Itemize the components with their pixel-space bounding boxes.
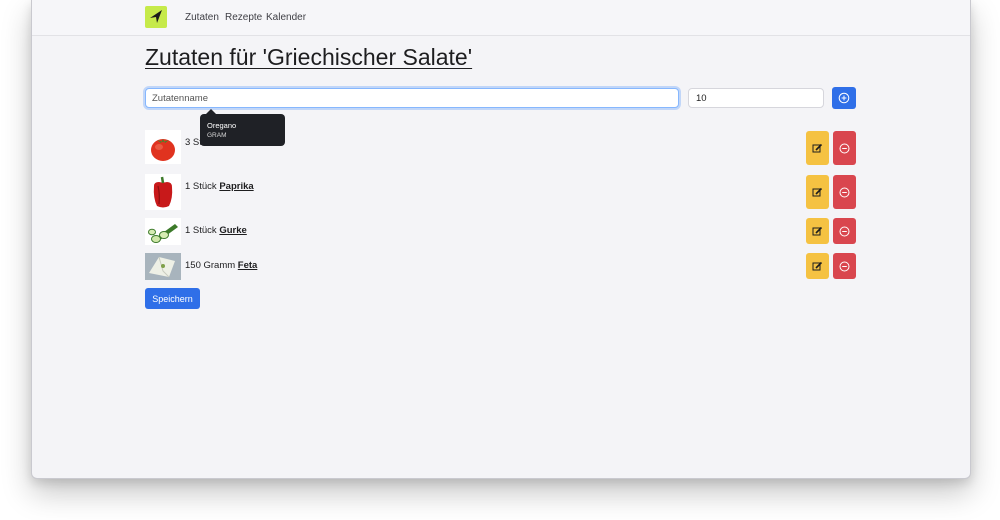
plus-circle-icon xyxy=(838,92,850,104)
autocomplete-suggestion[interactable]: Oregano GRAM xyxy=(200,109,285,146)
navbar: Zutaten Rezepte Kalender xyxy=(32,0,970,36)
edit-button[interactable] xyxy=(806,218,829,244)
delete-button[interactable] xyxy=(833,218,856,244)
app-window: Zutaten Rezepte Kalender Zutaten für 'Gr… xyxy=(31,0,971,479)
delete-button[interactable] xyxy=(833,175,856,209)
quantity-input[interactable] xyxy=(688,88,824,108)
nav-link-zutaten[interactable]: Zutaten xyxy=(185,12,219,23)
ingredient-amount: 1 Stück xyxy=(185,225,217,236)
add-ingredient-button[interactable] xyxy=(832,87,856,109)
edit-icon xyxy=(812,143,823,153)
minus-circle-icon xyxy=(839,226,850,237)
ingredient-amount: 1 Stück xyxy=(185,181,217,192)
delete-button[interactable] xyxy=(833,253,856,279)
cucumber-image xyxy=(145,218,181,245)
ingredient-link-gurke[interactable]: Gurke xyxy=(219,225,246,236)
edit-button[interactable] xyxy=(806,131,829,165)
edit-button[interactable] xyxy=(806,175,829,209)
ingredient-link-paprika[interactable]: Paprika xyxy=(219,181,253,192)
minus-circle-icon xyxy=(839,261,850,272)
nav-link-rezepte[interactable]: Rezepte xyxy=(225,12,262,23)
page-title: Zutaten für 'Griechischer Salate' xyxy=(145,44,473,70)
suggestion-name: Oregano xyxy=(207,121,237,130)
edit-icon xyxy=(812,187,823,197)
save-button[interactable]: Speichern xyxy=(145,288,200,309)
delete-button[interactable] xyxy=(833,131,856,165)
suggestion-unit: GRAM xyxy=(207,132,227,139)
logo-icon[interactable] xyxy=(145,6,167,28)
bell-pepper-image xyxy=(145,174,181,210)
edit-icon xyxy=(812,261,823,271)
ingredient-name-input[interactable] xyxy=(145,88,679,108)
nav-link-kalender[interactable]: Kalender xyxy=(266,12,306,23)
tomato-image xyxy=(145,130,181,164)
ingredient-amount: 150 Gramm xyxy=(185,260,236,271)
ingredient-link-feta[interactable]: Feta xyxy=(238,260,258,271)
minus-circle-icon xyxy=(839,143,850,154)
minus-circle-icon xyxy=(839,187,850,198)
edit-button[interactable] xyxy=(806,253,829,279)
edit-icon xyxy=(812,226,823,236)
feta-image xyxy=(145,253,181,280)
